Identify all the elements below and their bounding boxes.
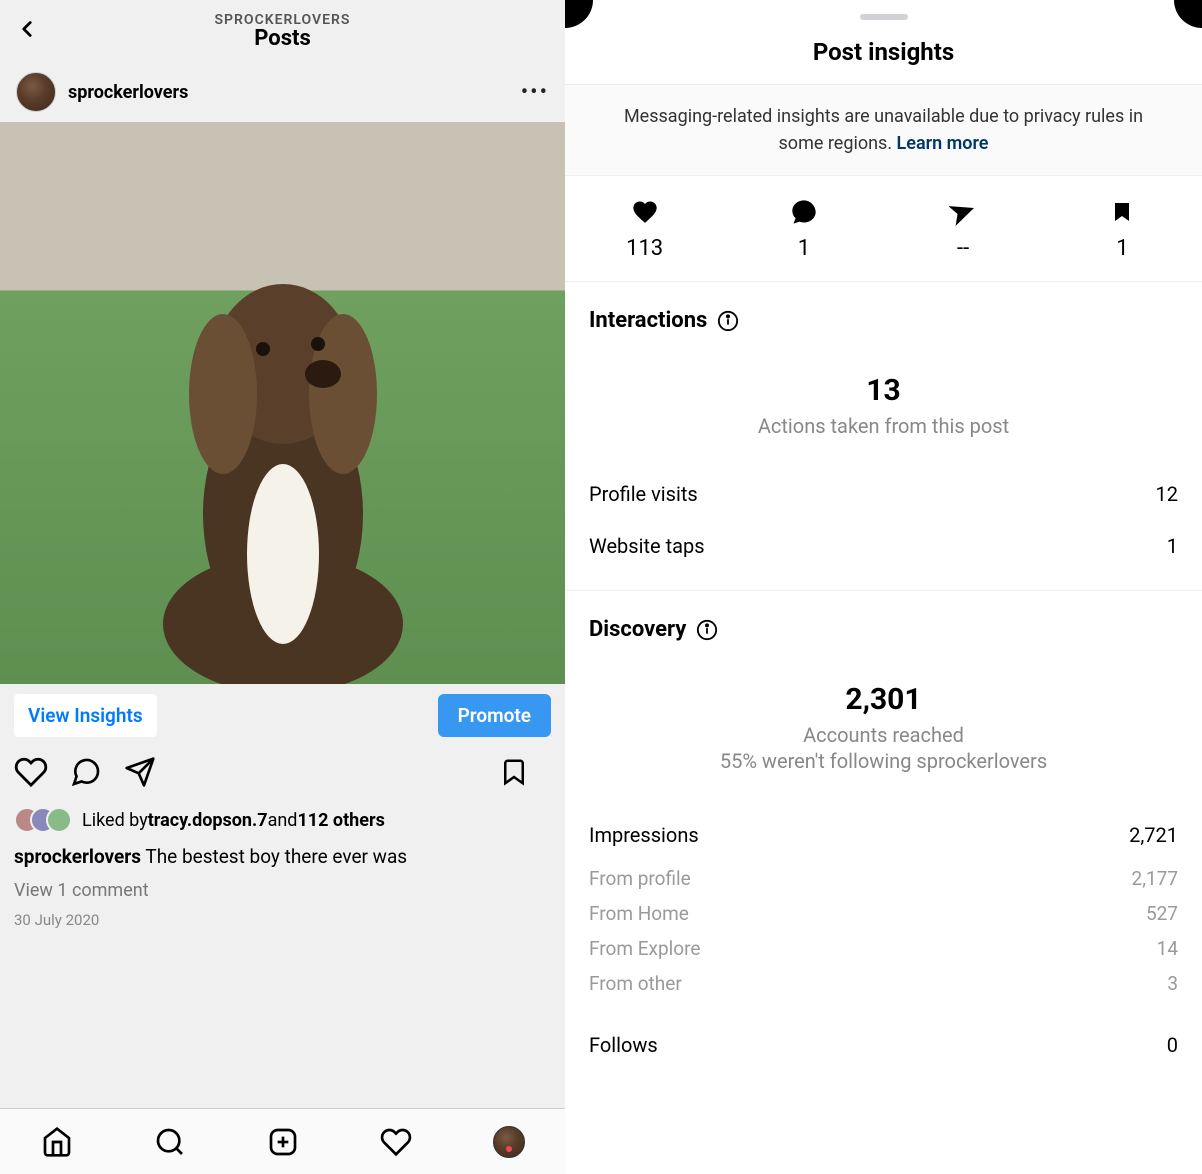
heart-outline-icon (380, 1126, 412, 1158)
home-icon (41, 1126, 73, 1158)
like-button[interactable] (14, 755, 48, 793)
discovery-total: 2,301 (589, 682, 1178, 717)
post-image[interactable] (0, 122, 565, 684)
metric-comments: 1 (724, 198, 883, 261)
discovery-subtitle2: 55% weren't following sprockerlovers (589, 749, 1178, 773)
send-filled-icon (949, 198, 977, 226)
tab-home[interactable] (41, 1126, 73, 1158)
post-detail-screen: SPROCKERLOVERS Posts sprockerlovers ••• … (0, 0, 565, 1174)
follows-row: Follows 0 (589, 1019, 1178, 1071)
author-avatar[interactable] (16, 72, 56, 112)
insights-title: Post insights (565, 38, 1202, 84)
promote-button[interactable]: Promote (438, 694, 551, 737)
follows-label: Follows (589, 1033, 658, 1057)
liked-by-prefix: Liked by (82, 810, 148, 831)
info-icon[interactable] (696, 619, 718, 641)
tab-search[interactable] (154, 1126, 186, 1158)
interactions-subtitle: Actions taken from this post (589, 414, 1178, 438)
add-post-icon (267, 1126, 299, 1158)
metric-saves: 1 (1043, 198, 1202, 261)
post-author-row[interactable]: sprockerlovers ••• (0, 62, 565, 122)
send-icon (124, 756, 156, 788)
interactions-heading-row: Interactions (589, 308, 1178, 333)
discovery-section: Discovery 2,301 Accounts reached 55% wer… (565, 590, 1202, 1089)
liked-by-user[interactable]: tracy.dopson.7 (148, 810, 268, 831)
search-icon (154, 1126, 186, 1158)
learn-more-link[interactable]: Learn more (897, 133, 989, 154)
device-corner (1174, 0, 1202, 28)
saves-value: 1 (1116, 236, 1128, 261)
website-taps-label: Website taps (589, 534, 705, 558)
liked-by-others[interactable]: 112 others (297, 810, 384, 831)
author-username[interactable]: sprockerlovers (68, 82, 521, 103)
impressions-from-other-row: From other 3 (589, 966, 1178, 1001)
website-taps-row: Website taps 1 (589, 520, 1178, 572)
back-button[interactable] (14, 16, 40, 46)
impressions-from-explore-row: From Explore 14 (589, 931, 1178, 966)
profile-visits-row: Profile visits 12 (589, 468, 1178, 520)
comment-icon (70, 756, 102, 788)
sheet-drag-handle[interactable] (860, 14, 908, 20)
save-button[interactable] (499, 757, 529, 791)
view-comments-link[interactable]: View 1 comment (0, 874, 565, 907)
notification-dot (506, 1146, 512, 1152)
website-taps-value: 1 (1167, 534, 1178, 558)
bottom-tab-bar (0, 1108, 565, 1174)
tab-activity[interactable] (380, 1126, 412, 1158)
tab-create[interactable] (267, 1126, 299, 1158)
caption-row: sprockerlovers The bestest boy there eve… (0, 839, 565, 874)
profile-visits-value: 12 (1156, 482, 1178, 506)
privacy-notice: Messaging-related insights are unavailab… (565, 84, 1202, 176)
impressions-from-profile-row: From profile 2,177 (589, 861, 1178, 896)
heart-icon (631, 198, 659, 226)
bookmark-outline-icon (499, 757, 529, 787)
engagement-actions-row (0, 747, 565, 801)
interactions-heading: Interactions (589, 308, 707, 333)
caption-username[interactable]: sprockerlovers (14, 845, 141, 868)
summary-metrics-row: 113 1 -- 1 (565, 176, 1202, 282)
caption-text: The bestest boy there ever was (141, 845, 407, 868)
dog-illustration (123, 254, 443, 684)
bookmark-filled-icon (1110, 198, 1134, 226)
heart-outline-icon (14, 755, 48, 789)
chevron-left-icon (14, 16, 40, 42)
shares-value: -- (957, 236, 969, 261)
insights-promote-row: View Insights Promote (0, 684, 565, 747)
impressions-label: Impressions (589, 823, 699, 847)
metric-shares: -- (884, 198, 1043, 261)
discovery-subtitle1: Accounts reached (589, 723, 1178, 747)
follows-value: 0 (1167, 1033, 1178, 1057)
post-more-button[interactable]: ••• (521, 80, 549, 105)
impressions-row: Impressions 2,721 (589, 809, 1178, 861)
nav-header: SPROCKERLOVERS Posts (0, 0, 565, 62)
header-title-block: SPROCKERLOVERS Posts (215, 12, 351, 51)
profile-visits-label: Profile visits (589, 482, 698, 506)
liked-by-and: and (268, 810, 298, 831)
device-corner (565, 0, 593, 28)
privacy-notice-text: Messaging-related insights are unavailab… (624, 106, 1143, 154)
metric-likes: 113 (565, 198, 724, 261)
post-date: 30 July 2020 (0, 907, 565, 933)
info-icon[interactable] (717, 310, 739, 332)
impressions-from-home-row: From Home 527 (589, 896, 1178, 931)
liked-by-row[interactable]: Liked by tracy.dopson.7 and 112 others (0, 801, 565, 839)
tab-profile[interactable] (493, 1126, 525, 1158)
header-page-title: Posts (215, 26, 351, 51)
share-button[interactable] (124, 756, 156, 792)
discovery-heading: Discovery (589, 617, 686, 642)
likes-value: 113 (626, 236, 663, 261)
comments-value: 1 (798, 236, 810, 261)
view-insights-button[interactable]: View Insights (14, 694, 157, 737)
comment-button[interactable] (70, 756, 102, 792)
post-insights-sheet: Post insights Messaging-related insights… (565, 0, 1202, 1174)
interactions-section: Interactions 13 Actions taken from this … (565, 282, 1202, 590)
profile-avatar-icon (493, 1126, 525, 1158)
interactions-total: 13 (589, 373, 1178, 408)
impressions-value: 2,721 (1129, 823, 1178, 847)
discovery-heading-row: Discovery (589, 617, 1178, 642)
comment-filled-icon (790, 198, 818, 226)
liked-by-avatars (14, 807, 72, 833)
